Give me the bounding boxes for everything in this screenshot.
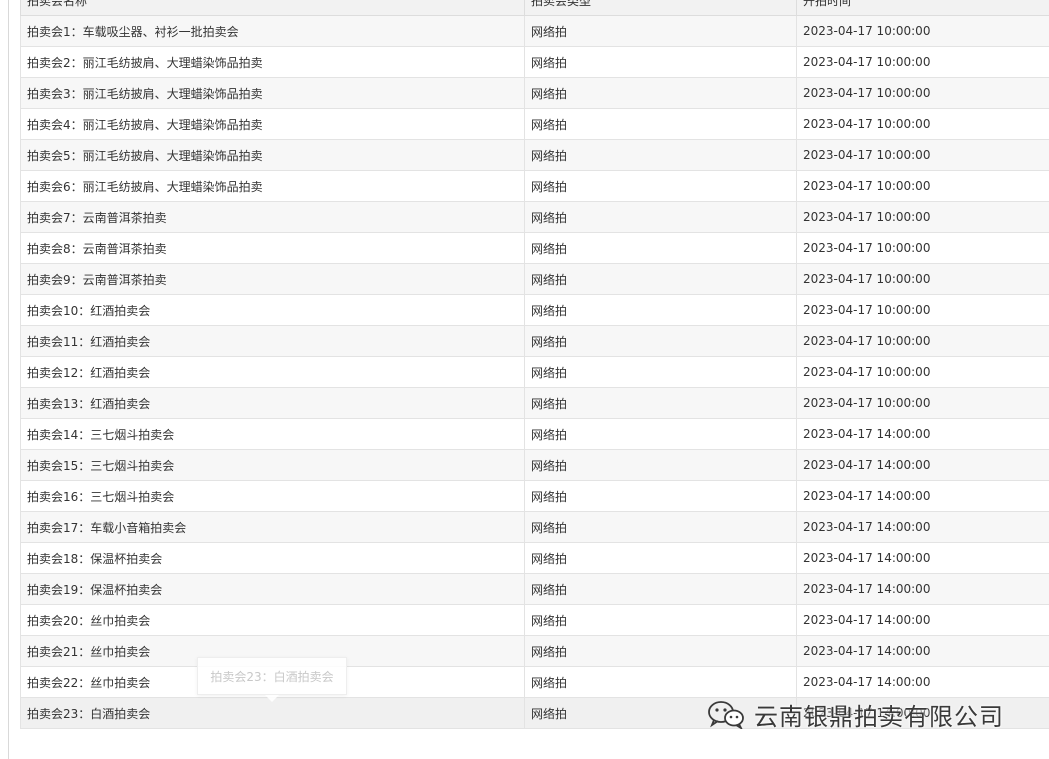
cell-auction-type: 网络拍: [524, 232, 797, 264]
cell-start-time: 2023-04-17 10:00:00: [796, 170, 1049, 202]
cell-auction-type: 网络拍: [524, 449, 797, 481]
cell-start-time: 2023-04-17 14:00:00: [796, 511, 1049, 543]
cell-auction-name: 拍卖会4：丽江毛纺披肩、大理蜡染饰品拍卖: [20, 108, 525, 140]
table-row[interactable]: 拍卖会1：车载吸尘器、衬衫一批拍卖会 网络拍 2023-04-17 10:00:00: [20, 15, 1049, 47]
header-start-time[interactable]: 开拍时间: [796, 0, 1049, 16]
table-row[interactable]: 拍卖会3：丽江毛纺披肩、大理蜡染饰品拍卖 网络拍 2023-04-17 10:00:…: [20, 77, 1049, 109]
cell-auction-name: 拍卖会19：保温杯拍卖会: [20, 573, 525, 605]
table-row[interactable]: 拍卖会22：丝巾拍卖会 网络拍 2023-04-17 14:00:00: [20, 666, 1049, 698]
cell-auction-type: 网络拍: [524, 325, 797, 357]
table-row[interactable]: 拍卖会12：红酒拍卖会 网络拍 2023-04-17 10:00:00: [20, 356, 1049, 388]
cell-auction-type: 网络拍: [524, 294, 797, 326]
table-row[interactable]: 拍卖会2：丽江毛纺披肩、大理蜡染饰品拍卖 网络拍 2023-04-17 10:00:…: [20, 46, 1049, 78]
table-row[interactable]: 拍卖会21：丝巾拍卖会 网络拍 2023-04-17 14:00:00: [20, 635, 1049, 667]
cell-start-time: 2023-04-17 14:00:00: [796, 635, 1049, 667]
watermark-text: 云南银鼎拍卖有限公司: [754, 702, 1004, 731]
table-row[interactable]: 拍卖会5：丽江毛纺披肩、大理蜡染饰品拍卖 网络拍 2023-04-17 10:00:…: [20, 139, 1049, 171]
watermark: 云南银鼎拍卖有限公司: [706, 694, 1004, 734]
cell-auction-type: 网络拍: [524, 418, 797, 450]
cell-auction-type: 网络拍: [524, 201, 797, 233]
cell-start-time: 2023-04-17 10:00:00: [796, 387, 1049, 419]
cell-auction-name: 拍卖会16：三七烟斗拍卖会: [20, 480, 525, 512]
cell-auction-type: 网络拍: [524, 666, 797, 698]
cell-start-time: 2023-04-17 14:00:00: [796, 480, 1049, 512]
cell-auction-type: 网络拍: [524, 387, 797, 419]
cell-auction-name: 拍卖会2：丽江毛纺披肩、大理蜡染饰品拍卖: [20, 46, 525, 78]
cell-start-time: 2023-04-17 10:00:00: [796, 46, 1049, 78]
table-row[interactable]: 拍卖会18：保温杯拍卖会 网络拍 2023-04-17 14:00:00: [20, 542, 1049, 574]
cell-auction-name: 拍卖会8：云南普洱茶拍卖: [20, 232, 525, 264]
cell-start-time: 2023-04-17 10:00:00: [796, 139, 1049, 171]
table-row[interactable]: 拍卖会15：三七烟斗拍卖会 网络拍 2023-04-17 14:00:00: [20, 449, 1049, 481]
cell-start-time: 2023-04-17 10:00:00: [796, 77, 1049, 109]
cell-start-time: 2023-04-17 10:00:00: [796, 108, 1049, 140]
cell-auction-type: 网络拍: [524, 77, 797, 109]
cell-auction-type: 网络拍: [524, 480, 797, 512]
table-row[interactable]: 拍卖会6：丽江毛纺披肩、大理蜡染饰品拍卖 网络拍 2023-04-17 10:00:…: [20, 170, 1049, 202]
table-row[interactable]: 拍卖会17：车载小音箱拍卖会 网络拍 2023-04-17 14:00:00: [20, 511, 1049, 543]
cell-auction-name: 拍卖会10：红酒拍卖会: [20, 294, 525, 326]
cell-start-time: 2023-04-17 14:00:00: [796, 449, 1049, 481]
cell-auction-type: 网络拍: [524, 573, 797, 605]
cell-auction-type: 网络拍: [524, 46, 797, 78]
header-auction-name[interactable]: 拍卖会名称: [20, 0, 525, 16]
cell-auction-type: 网络拍: [524, 108, 797, 140]
cell-auction-name: 拍卖会14：三七烟斗拍卖会: [20, 418, 525, 450]
cell-auction-name: 拍卖会18：保温杯拍卖会: [20, 542, 525, 574]
cell-auction-name: 拍卖会9：云南普洱茶拍卖: [20, 263, 525, 295]
cell-start-time: 2023-04-17 10:00:00: [796, 325, 1049, 357]
cell-auction-type: 网络拍: [524, 139, 797, 171]
cell-start-time: 2023-04-17 10:00:00: [796, 201, 1049, 233]
table-row[interactable]: 拍卖会10：红酒拍卖会 网络拍 2023-04-17 10:00:00: [20, 294, 1049, 326]
cell-start-time: 2023-04-17 10:00:00: [796, 263, 1049, 295]
cell-auction-type: 网络拍: [524, 511, 797, 543]
table-row[interactable]: 拍卖会4：丽江毛纺披肩、大理蜡染饰品拍卖 网络拍 2023-04-17 10:00:…: [20, 108, 1049, 140]
header-row: 拍卖会名称 拍卖会类型 开拍时间: [20, 0, 1049, 16]
table-row[interactable]: 拍卖会9：云南普洱茶拍卖 网络拍 2023-04-17 10:00:00: [20, 263, 1049, 295]
cell-auction-name: 拍卖会20：丝巾拍卖会: [20, 604, 525, 636]
cell-auction-name: 拍卖会23：白酒拍卖会: [20, 697, 525, 729]
row-tooltip: 拍卖会23：白酒拍卖会: [197, 657, 347, 695]
header-auction-type[interactable]: 拍卖会类型: [524, 0, 797, 16]
cell-auction-type: 网络拍: [524, 170, 797, 202]
cell-auction-name: 拍卖会15：三七烟斗拍卖会: [20, 449, 525, 481]
cell-start-time: 2023-04-17 14:00:00: [796, 418, 1049, 450]
table-header: 拍卖会名称 拍卖会类型 开拍时间: [20, 0, 1049, 16]
cell-auction-name: 拍卖会17：车载小音箱拍卖会: [20, 511, 525, 543]
cell-auction-name: 拍卖会6：丽江毛纺披肩、大理蜡染饰品拍卖: [20, 170, 525, 202]
cell-auction-name: 拍卖会7：云南普洱茶拍卖: [20, 201, 525, 233]
cell-start-time: 2023-04-17 14:00:00: [796, 604, 1049, 636]
cell-auction-type: 网络拍: [524, 356, 797, 388]
cell-auction-name: 拍卖会3：丽江毛纺披肩、大理蜡染饰品拍卖: [20, 77, 525, 109]
cell-auction-type: 网络拍: [524, 542, 797, 574]
table-row[interactable]: 拍卖会20：丝巾拍卖会 网络拍 2023-04-17 14:00:00: [20, 604, 1049, 636]
tooltip-arrow: [265, 695, 279, 702]
cell-start-time: 2023-04-17 10:00:00: [796, 232, 1049, 264]
wechat-icon: [708, 701, 744, 729]
cell-auction-name: 拍卖会12：红酒拍卖会: [20, 356, 525, 388]
cell-auction-type: 网络拍: [524, 15, 797, 47]
cell-start-time: 2023-04-17 10:00:00: [796, 294, 1049, 326]
cell-auction-type: 网络拍: [524, 263, 797, 295]
auction-table: 拍卖会名称 拍卖会类型 开拍时间 拍卖会1：车载吸尘器、衬衫一批拍卖会 网络拍 20…: [20, 0, 1049, 729]
table-row[interactable]: 拍卖会7：云南普洱茶拍卖 网络拍 2023-04-17 10:00:00: [20, 201, 1049, 233]
cell-auction-name: 拍卖会11：红酒拍卖会: [20, 325, 525, 357]
cell-start-time: 2023-04-17 14:00:00: [796, 573, 1049, 605]
table-row[interactable]: 拍卖会19：保温杯拍卖会 网络拍 2023-04-17 14:00:00: [20, 573, 1049, 605]
table-row[interactable]: 拍卖会11：红酒拍卖会 网络拍 2023-04-17 10:00:00: [20, 325, 1049, 357]
cell-auction-name: 拍卖会5：丽江毛纺披肩、大理蜡染饰品拍卖: [20, 139, 525, 171]
cell-auction-name: 拍卖会1：车载吸尘器、衬衫一批拍卖会: [20, 15, 525, 47]
table-body: 拍卖会1：车载吸尘器、衬衫一批拍卖会 网络拍 2023-04-17 10:00:00…: [20, 15, 1049, 729]
cell-start-time: 2023-04-17 10:00:00: [796, 356, 1049, 388]
cell-auction-name: 拍卖会13：红酒拍卖会: [20, 387, 525, 419]
table-row[interactable]: 拍卖会13：红酒拍卖会 网络拍 2023-04-17 10:00:00: [20, 387, 1049, 419]
table-row[interactable]: 拍卖会8：云南普洱茶拍卖 网络拍 2023-04-17 10:00:00: [20, 232, 1049, 264]
cell-start-time: 2023-04-17 14:00:00: [796, 542, 1049, 574]
cell-start-time: 2023-04-17 14:00:00: [796, 666, 1049, 698]
cell-auction-type: 网络拍: [524, 604, 797, 636]
cell-start-time: 2023-04-17 10:00:00: [796, 15, 1049, 47]
cell-auction-type: 网络拍: [524, 635, 797, 667]
table-row[interactable]: 拍卖会16：三七烟斗拍卖会 网络拍 2023-04-17 14:00:00: [20, 480, 1049, 512]
table-row[interactable]: 拍卖会14：三七烟斗拍卖会 网络拍 2023-04-17 14:00:00: [20, 418, 1049, 450]
